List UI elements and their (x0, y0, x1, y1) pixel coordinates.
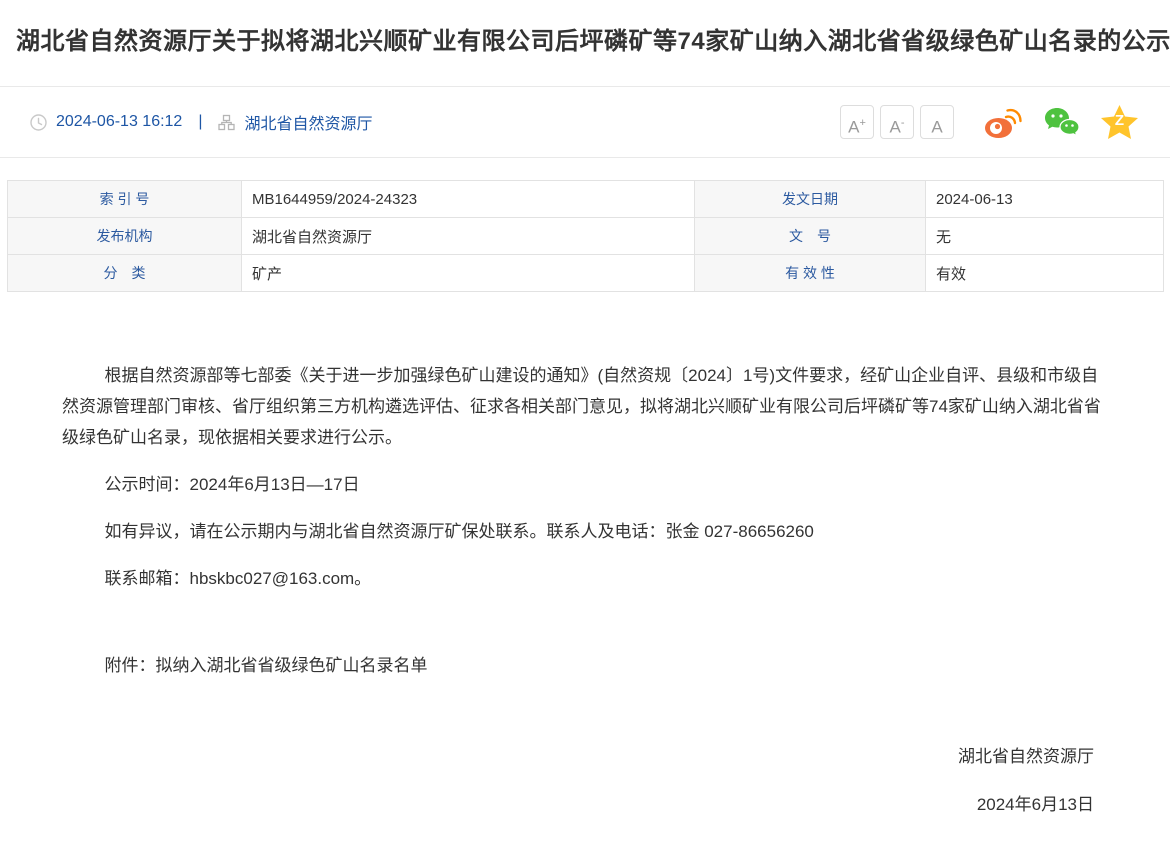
divider: | (198, 113, 202, 131)
attachment-line: 附件：拟纳入湖北省省级绿色矿山名录名单 (62, 650, 1108, 681)
paragraph-notice-period: 公示时间：2024年6月13日—17日 (62, 469, 1108, 500)
attachment-label: 附件： (105, 656, 156, 675)
table-row: 发布机构 湖北省自然资源厅 文 号 无 (8, 218, 1164, 255)
attachment-link[interactable]: 拟纳入湖北省省级绿色矿山名录名单 (156, 656, 428, 675)
svg-text:Z: Z (1115, 112, 1124, 129)
signature-date: 2024年6月13日 (76, 789, 1094, 820)
meta-value-publisher: 湖北省自然资源厅 (242, 218, 695, 255)
table-row: 索 引 号 MB1644959/2024-24323 发文日期 2024-06-… (8, 181, 1164, 218)
meta-value-category: 矿产 (242, 255, 695, 292)
wechat-icon[interactable] (1044, 106, 1079, 138)
meta-value-issue-date: 2024-06-13 (926, 181, 1164, 218)
document-meta-table: 索 引 号 MB1644959/2024-24323 发文日期 2024-06-… (7, 180, 1164, 292)
info-bar: 2024-06-13 16:12 | 湖北省自然资源厅 A+ A- A (0, 87, 1170, 158)
meta-label-doc-no: 文 号 (695, 218, 926, 255)
paragraph-basis: 根据自然资源部等七部委《关于进一步加强绿色矿山建设的通知》(自然资规〔2024〕… (62, 360, 1108, 453)
meta-label-category: 分 类 (8, 255, 242, 292)
font-reset-button[interactable]: A (920, 105, 954, 139)
publish-time: 2024-06-13 16:12 (56, 113, 182, 131)
page-title: 湖北省自然资源厅关于拟将湖北兴顺矿业有限公司后坪磷矿等74家矿山纳入湖北省省级绿… (0, 0, 1170, 87)
paragraph-email: 联系邮箱：hbskbc027@163.com。 (62, 563, 1108, 594)
source-icon (218, 114, 235, 131)
qzone-icon[interactable]: Z (1101, 105, 1138, 139)
meta-value-validity: 有效 (926, 255, 1164, 292)
meta-label-validity: 有 效 性 (695, 255, 926, 292)
clock-icon (30, 114, 47, 131)
publish-info: 2024-06-13 16:12 | 湖北省自然资源厅 (30, 110, 373, 134)
weibo-icon[interactable] (984, 106, 1022, 139)
meta-value-doc-no: 无 (926, 218, 1164, 255)
meta-value-index-no: MB1644959/2024-24323 (242, 181, 695, 218)
source-name[interactable]: 湖北省自然资源厅 (244, 110, 372, 134)
font-decrease-button[interactable]: A- (880, 105, 914, 139)
table-row: 分 类 矿产 有 效 性 有效 (8, 255, 1164, 292)
meta-label-publisher: 发布机构 (8, 218, 242, 255)
signature-block: 湖北省自然资源厅 2024年6月13日 (0, 697, 1170, 842)
toolbar: A+ A- A (834, 105, 1138, 139)
article-body: 根据自然资源部等七部委《关于进一步加强绿色矿山建设的通知》(自然资规〔2024〕… (0, 292, 1170, 681)
font-increase-button[interactable]: A+ (840, 105, 874, 139)
signature-org: 湖北省自然资源厅 (76, 741, 1094, 772)
page: 湖北省自然资源厅关于拟将湖北兴顺矿业有限公司后坪磷矿等74家矿山纳入湖北省省级绿… (0, 0, 1170, 842)
meta-label-issue-date: 发文日期 (695, 181, 926, 218)
paragraph-contact: 如有异议，请在公示期内与湖北省自然资源厅矿保处联系。联系人及电话：张金 027-… (62, 516, 1108, 547)
meta-label-index-no: 索 引 号 (8, 181, 242, 218)
